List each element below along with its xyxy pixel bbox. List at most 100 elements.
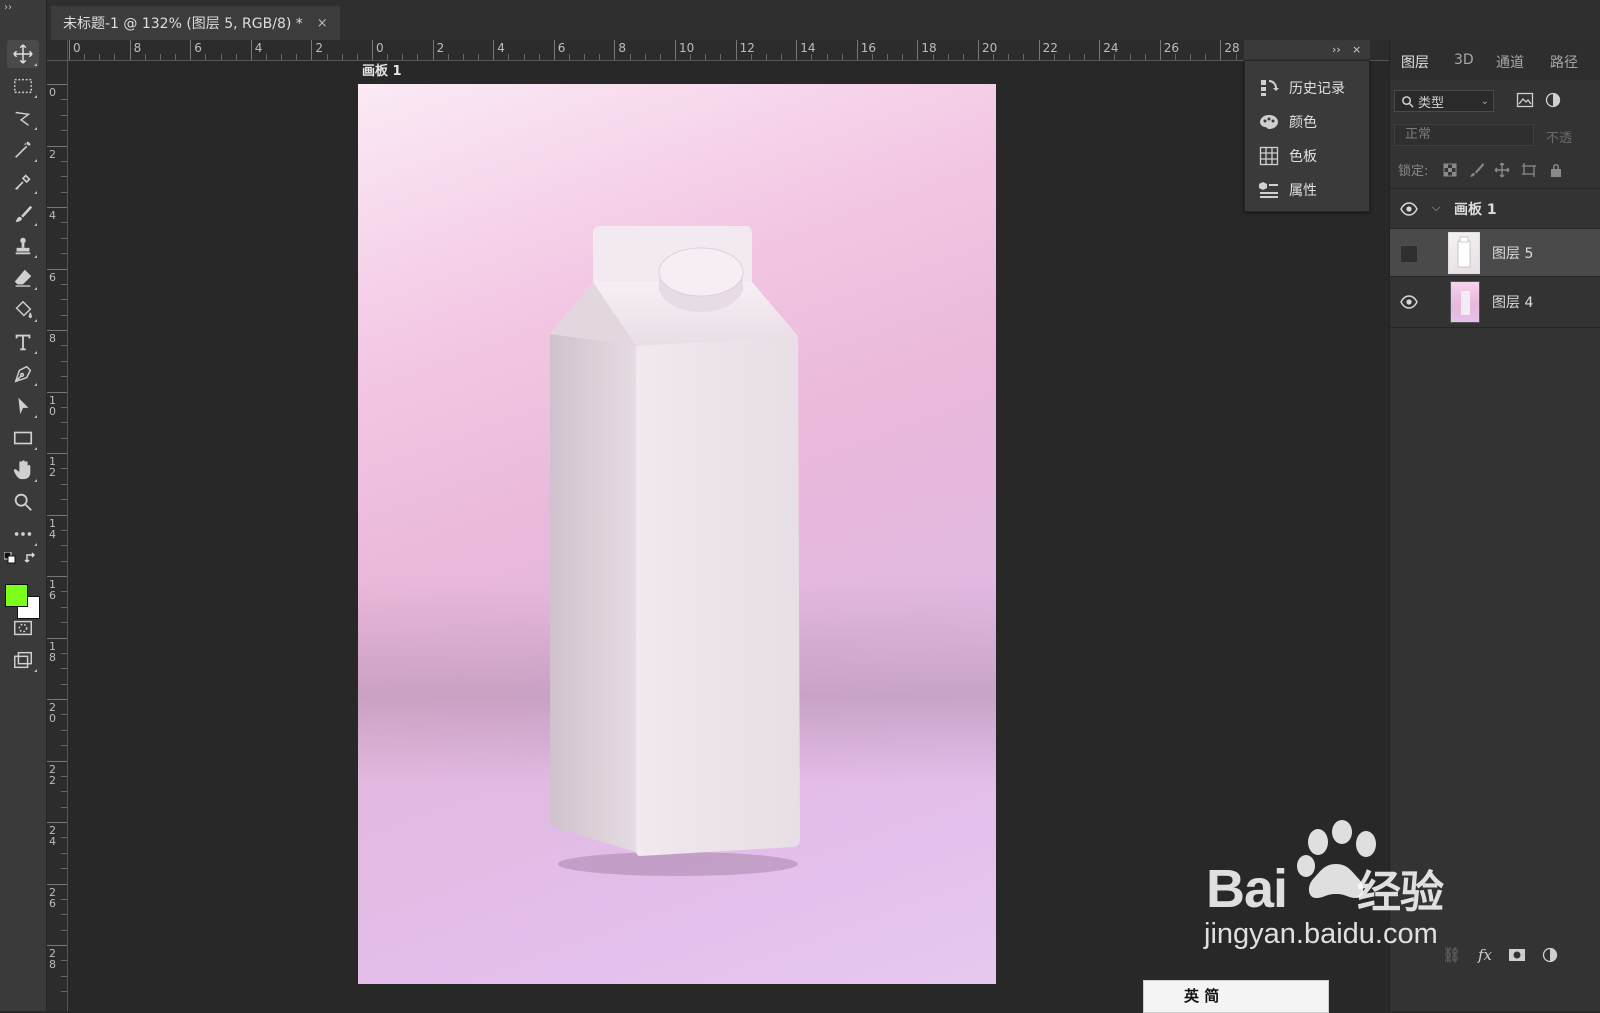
document-tab-bar: 未标题-1 @ 132% (图层 5, RGB/8) * ×: [47, 0, 1600, 41]
ruler-minor-tick: [61, 852, 67, 854]
ruler-tick: 2: [311, 40, 323, 60]
tools-panel: ››: [0, 0, 47, 1011]
close-panel-icon[interactable]: ×: [1352, 43, 1361, 56]
blend-mode-select[interactable]: 正常: [1394, 124, 1534, 146]
tab-channels[interactable]: 通道: [1496, 52, 1524, 72]
opacity-label[interactable]: 不透: [1546, 127, 1572, 146]
lock-position-icon[interactable]: [1494, 162, 1510, 178]
ruler-tick: 28: [1220, 40, 1240, 60]
link-layers-icon[interactable]: ⛓: [1442, 946, 1461, 964]
ruler-minor-tick: [462, 54, 464, 60]
type-tool-icon[interactable]: [7, 328, 39, 356]
history-panel-button[interactable]: 历史记录: [1259, 74, 1367, 102]
swap-colors-icon[interactable]: [24, 551, 38, 565]
move-tool-icon[interactable]: [7, 40, 39, 68]
ruler-minor-tick: [61, 130, 67, 132]
layer-row-layer-4[interactable]: 图层 4: [1390, 276, 1600, 328]
eyedropper-tool-icon[interactable]: [7, 168, 39, 196]
ruler-tick-label: 6: [557, 41, 566, 55]
toolbar-collapse-icon[interactable]: ››: [4, 2, 12, 13]
filter-pixel-layer-icon[interactable]: [1516, 92, 1534, 108]
lock-image-pixels-icon[interactable]: [1469, 162, 1485, 178]
new-adjustment-layer-icon[interactable]: [1542, 947, 1558, 963]
lock-artboard-icon[interactable]: [1521, 162, 1537, 178]
swatches-panel-button[interactable]: 色板: [1259, 142, 1367, 170]
ruler-minor-tick: [356, 54, 358, 60]
ruler-tick: 28: [47, 945, 67, 970]
ruler-minor-tick: [341, 54, 343, 60]
ruler-minor-tick: [61, 483, 67, 485]
close-tab-icon[interactable]: ×: [317, 16, 328, 31]
ruler-minor-tick: [144, 54, 146, 60]
ruler-tick: 6: [553, 40, 565, 60]
ruler-minor-tick: [538, 54, 540, 60]
ruler-tick-label: 22: [49, 762, 56, 787]
rectangle-tool-icon[interactable]: [7, 424, 39, 452]
document-tab[interactable]: 未标题-1 @ 132% (图层 5, RGB/8) * ×: [51, 6, 340, 40]
filter-adjustment-layer-icon[interactable]: [1545, 92, 1561, 108]
ruler-tick-label: 28: [49, 947, 56, 971]
add-mask-icon[interactable]: [1508, 948, 1526, 962]
foreground-color-swatch[interactable]: [5, 584, 28, 607]
ruler-minor-tick: [402, 54, 404, 60]
lasso-tool-icon[interactable]: [7, 104, 39, 132]
layer-style-fx-icon[interactable]: fx: [1478, 946, 1492, 964]
marquee-tool-icon[interactable]: [7, 72, 39, 100]
default-colors-icon[interactable]: [3, 551, 16, 564]
ruler-minor-tick: [508, 54, 510, 60]
ruler-minor-tick: [61, 545, 67, 547]
properties-panel-button[interactable]: 属性: [1259, 176, 1367, 204]
paint-bucket-tool-icon[interactable]: [7, 296, 39, 324]
screen-mode-icon[interactable]: [7, 646, 39, 674]
ruler-tick-label: 4: [49, 209, 56, 222]
visibility-eye-icon[interactable]: [1400, 295, 1418, 309]
tab-paths[interactable]: 路径: [1550, 52, 1578, 72]
ruler-minor-tick: [887, 54, 889, 60]
chevron-down-icon[interactable]: ⌵: [1432, 201, 1440, 215]
brush-tool-icon[interactable]: [7, 200, 39, 228]
layers-panel-footer: ⛓ fx: [1390, 940, 1600, 970]
ime-mode-label: 英 简: [1184, 987, 1220, 1005]
ruler-minor-tick: [61, 437, 67, 439]
artboard-canvas[interactable]: [358, 84, 996, 984]
visibility-eye-icon[interactable]: [1400, 202, 1418, 216]
ruler-minor-tick: [61, 160, 67, 162]
color-panel-button[interactable]: 颜色: [1259, 108, 1367, 136]
lock-all-icon[interactable]: [1548, 162, 1564, 178]
ruler-minor-tick: [205, 54, 207, 60]
baidu-paw-logo: [1297, 820, 1376, 898]
ruler-tick: 26: [1159, 40, 1179, 60]
ruler-minor-tick: [61, 176, 67, 178]
quick-mask-icon[interactable]: [7, 614, 39, 642]
collapse-panels-icon[interactable]: ››: [1332, 43, 1341, 56]
color-panel-label: 颜色: [1289, 115, 1317, 131]
ruler-minor-tick: [61, 775, 67, 777]
chevron-down-icon: ⌄: [1480, 95, 1489, 107]
eraser-tool-icon[interactable]: [7, 264, 39, 292]
ruler-minor-tick: [478, 54, 480, 60]
pen-tool-icon[interactable]: [7, 360, 39, 388]
more-tools-icon[interactable]: [7, 520, 39, 548]
ruler-minor-tick: [61, 406, 67, 408]
ruler-minor-tick: [644, 54, 646, 60]
layer-row-artboard[interactable]: ⌵ 画板 1: [1390, 188, 1600, 229]
ruler-origin[interactable]: [47, 40, 68, 61]
artboard-label[interactable]: 画板 1: [362, 60, 402, 79]
hand-tool-icon[interactable]: [7, 456, 39, 484]
ruler-minor-tick: [61, 299, 67, 301]
floating-panel-header[interactable]: ›› ×: [1244, 40, 1370, 60]
zoom-tool-icon[interactable]: [7, 488, 39, 516]
ruler-tick: 4: [493, 40, 505, 60]
ruler-minor-tick: [61, 345, 67, 347]
clone-stamp-tool-icon[interactable]: [7, 232, 39, 260]
tab-layers[interactable]: 图层: [1391, 40, 1439, 80]
layer-row-layer-5[interactable]: 图层 5: [1390, 228, 1600, 277]
tab-3d[interactable]: 3D: [1454, 52, 1474, 68]
layer-filter-select[interactable]: 类型 ⌄: [1394, 90, 1494, 112]
ruler-minor-tick: [690, 54, 692, 60]
magic-wand-tool-icon[interactable]: [7, 136, 39, 164]
visibility-toggle[interactable]: [1400, 245, 1418, 263]
lock-transparent-pixels-icon[interactable]: [1442, 162, 1458, 178]
path-selection-tool-icon[interactable]: [7, 392, 39, 420]
ime-toolbar[interactable]: 英 简: [1143, 980, 1329, 1013]
